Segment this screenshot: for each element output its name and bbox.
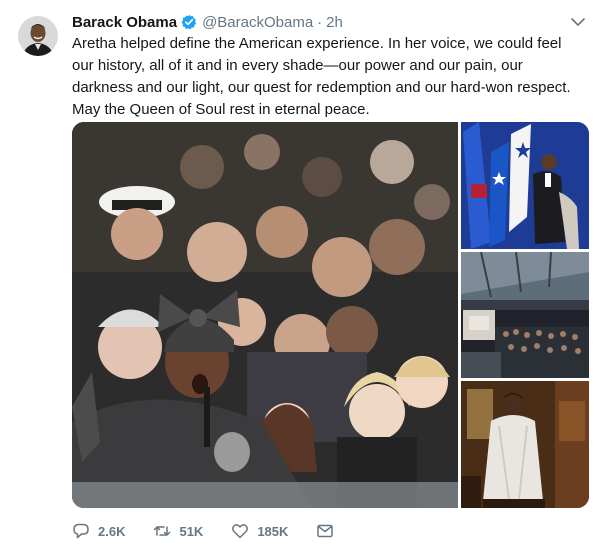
tweet-text: Aretha helped define the American experi… <box>72 35 571 118</box>
retweet-button[interactable]: 51K <box>153 522 203 540</box>
verified-badge-icon <box>181 14 197 30</box>
like-count: 185K <box>257 523 289 539</box>
retweet-icon <box>154 526 171 536</box>
chevron-down-icon[interactable] <box>568 12 588 32</box>
direct-message-button[interactable] <box>316 522 342 540</box>
photo-obama-flags[interactable] <box>461 122 589 249</box>
photo-aretha-fur-coat[interactable] <box>461 381 589 508</box>
message-icon <box>317 524 334 538</box>
author-handle[interactable]: @BarackObama <box>202 14 313 31</box>
avatar[interactable] <box>18 16 58 56</box>
author-name[interactable]: Barack Obama <box>72 14 177 31</box>
tweet-actions: 2.6K 51K 185K <box>72 519 370 543</box>
photo-aretha-inauguration[interactable] <box>72 122 458 508</box>
tweet-header: Barack Obama @BarackObama · 2h <box>72 12 343 32</box>
reply-button[interactable]: 2.6K <box>72 522 125 540</box>
retweet-count: 51K <box>179 523 204 539</box>
photo-atrium-audience[interactable] <box>461 252 589 378</box>
like-icon <box>232 524 249 539</box>
media-grid <box>72 122 589 508</box>
tweet-card[interactable]: Barack Obama @BarackObama · 2h Aretha he… <box>0 0 600 550</box>
tweet-timestamp[interactable]: 2h <box>326 14 343 31</box>
reply-icon <box>73 523 89 539</box>
separator-dot: · <box>317 13 323 31</box>
reply-count: 2.6K <box>98 523 126 539</box>
like-button[interactable]: 185K <box>231 522 288 540</box>
